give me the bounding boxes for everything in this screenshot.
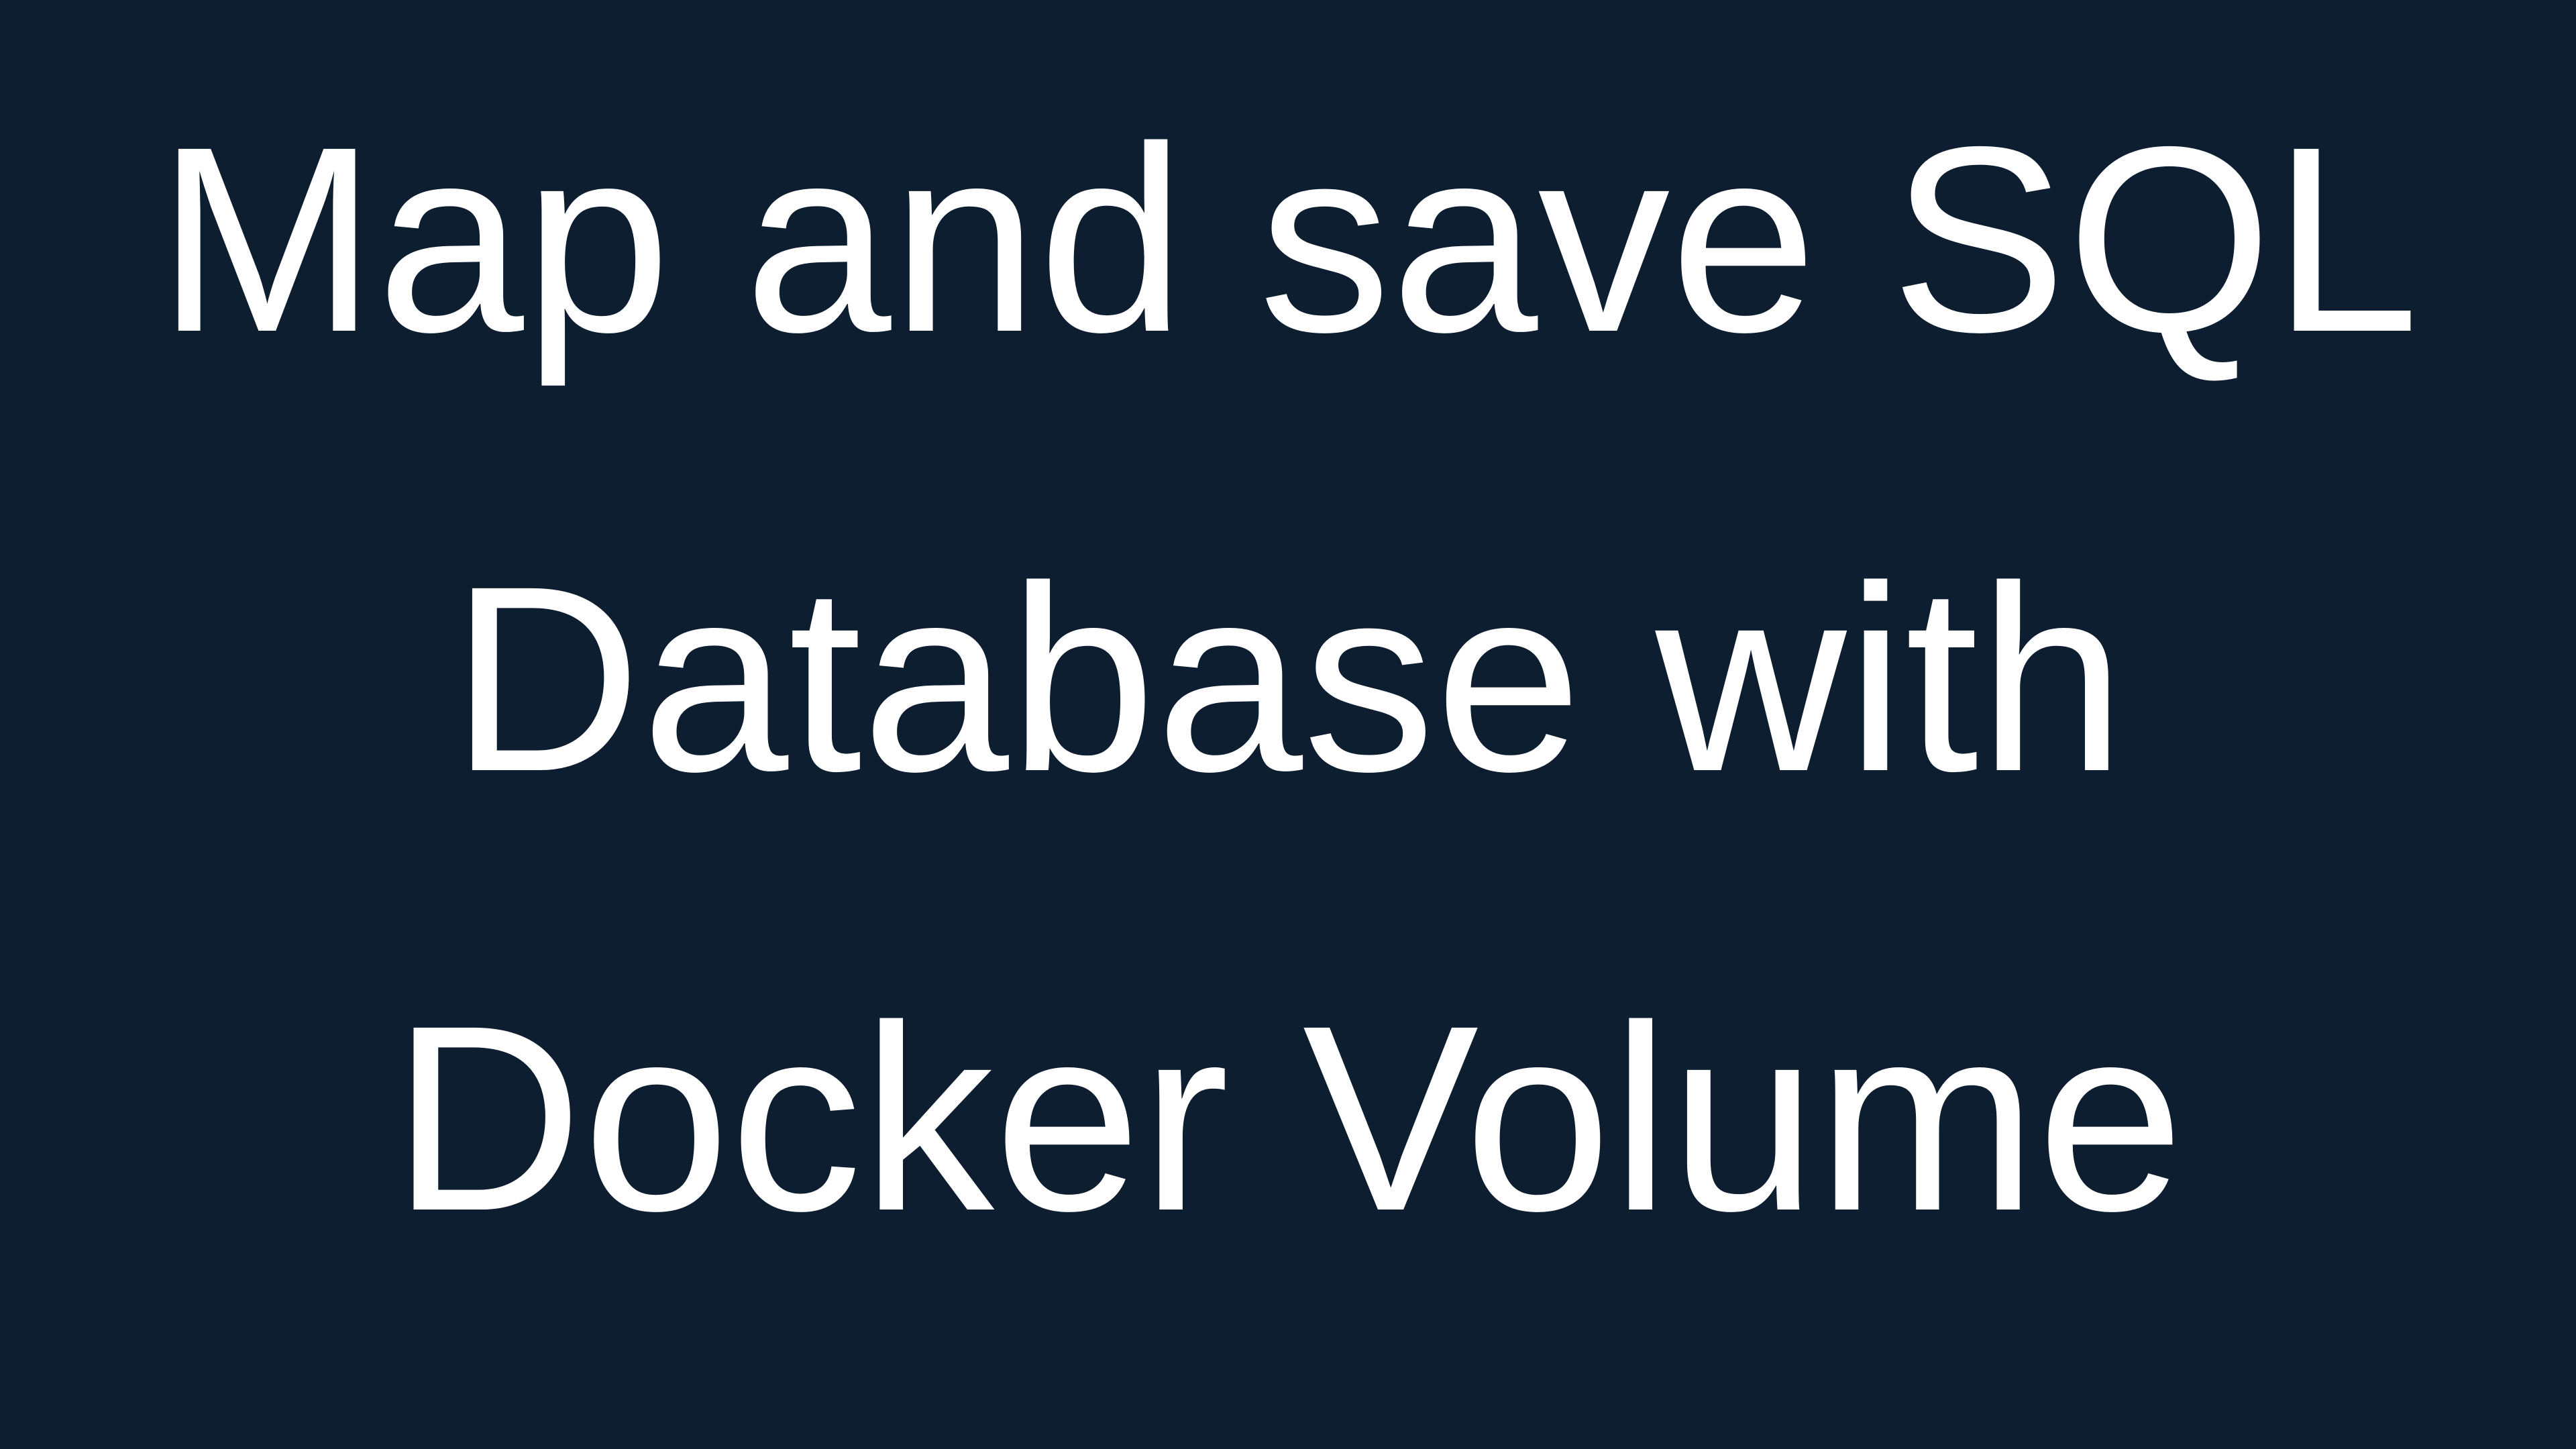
title-line-2: Database with [450, 531, 2126, 826]
title-slide: Map and save SQL Database with Docker Vo… [0, 0, 2576, 1449]
title-line-3: Docker Volume [392, 971, 2184, 1266]
title-line-1: Map and save SQL [156, 92, 2420, 387]
